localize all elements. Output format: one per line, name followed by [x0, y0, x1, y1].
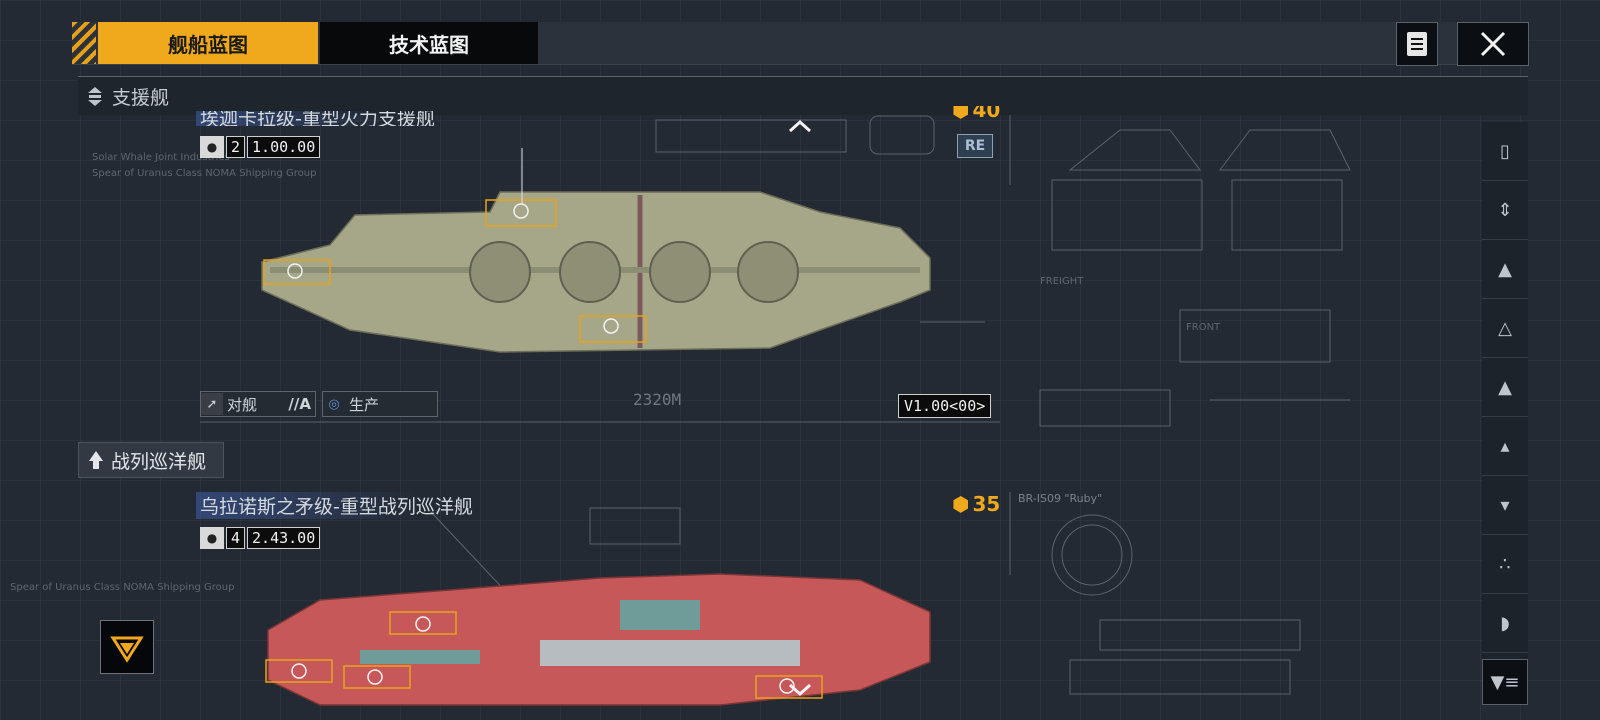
carrier-icon: ▴ [1500, 435, 1510, 457]
ship-version: ● 4 2.43.00 [200, 527, 321, 549]
rail-destroyer[interactable]: △ [1482, 299, 1528, 358]
rail-dome[interactable]: ◗ [1482, 594, 1528, 653]
ship-class-icon: ● [200, 527, 224, 549]
category-label: 支援舰 [112, 86, 170, 109]
ship-version: ● 2 1.00.00 [200, 136, 321, 158]
tab-ship-blueprints[interactable]: 舰船蓝图 [98, 22, 318, 64]
ship-name[interactable]: 乌拉诺斯之矛级-重型战列巡洋舰 [196, 492, 477, 519]
rail-carrier[interactable]: ▴ [1482, 417, 1528, 476]
tag-grade: //A [288, 395, 311, 413]
aux-ship-icon: ▾ [1500, 494, 1510, 516]
cost-value: 35 [972, 492, 1001, 516]
re-badge: RE [957, 134, 993, 158]
support-ship-icon: ⇕ [1497, 199, 1513, 221]
rail-support[interactable]: ⇕ [1482, 181, 1528, 240]
tab-tech-blueprints[interactable]: 技术蓝图 [320, 22, 538, 64]
battlecruiser-icon: ▲ [1498, 258, 1512, 280]
fleet-icon [110, 636, 144, 663]
cruiser-icon: ▲ [1498, 376, 1512, 398]
version-prefix: 2 [226, 136, 246, 158]
destroyer-icon: △ [1498, 317, 1512, 339]
blueprint-version: V1.00<00> [898, 394, 992, 418]
version-prefix: 4 [226, 527, 246, 549]
ship-class-icon: ● [200, 136, 224, 158]
tag-anti-ship[interactable]: ➚ 对舰 //A [200, 391, 316, 417]
rail-filter[interactable]: ▼≡ [1482, 659, 1528, 705]
section-label: 战列巡洋舰 [111, 450, 207, 473]
battlecruiser-icon [89, 451, 103, 469]
version-number: 1.00.00 [247, 136, 321, 158]
production-icon: ◎ [328, 396, 340, 412]
tag-label: 对舰 [227, 395, 258, 414]
ship-hull-1 [261, 191, 931, 353]
scroll-down-icon[interactable] [787, 682, 813, 698]
dome-icon: ◗ [1500, 612, 1510, 634]
category-header: 支援舰 [78, 76, 1528, 115]
version-number: 2.43.00 [247, 527, 321, 549]
ship-hull-2 [267, 573, 931, 706]
frigate-class-icon: ▯ [1500, 140, 1510, 162]
rail-frigate[interactable]: ▯ [1482, 122, 1528, 181]
anti-ship-icon: ➚ [201, 393, 223, 415]
ship-cost: ⬢ 35 [952, 492, 1000, 516]
scroll-up-icon[interactable] [787, 118, 813, 134]
section-header-battlecruiser: 战列巡洋舰 [78, 442, 224, 478]
fleet-icon: ∴ [1499, 553, 1511, 575]
ship-length: 2320M [633, 390, 682, 409]
cost-value: 40 [972, 106, 1001, 122]
rail-aux[interactable]: ▾ [1482, 476, 1528, 535]
filter-icon: ▼≡ [1490, 671, 1520, 693]
support-ship-icon [88, 87, 102, 106]
close-button[interactable] [1457, 22, 1529, 66]
notes-button[interactable] [1396, 22, 1438, 66]
tag-production[interactable]: ◎ 生产 [322, 391, 438, 417]
ship-class-rail: ▯ ⇕ ▲ △ ▲ ▴ ▾ ∴ ◗ ▼≡ [1482, 122, 1528, 705]
cost-icon: ⬢ [952, 492, 970, 516]
rail-fleet[interactable]: ∴ [1482, 535, 1528, 594]
rail-cruiser[interactable]: ▲ [1482, 358, 1528, 417]
tag-label: 生产 [349, 395, 380, 414]
close-icon [1480, 31, 1506, 57]
document-icon [1407, 32, 1427, 56]
rail-battlecruiser[interactable]: ▲ [1482, 240, 1528, 299]
cost-icon: ⬢ [952, 106, 970, 122]
ship-cost: ⬢ 40 [952, 106, 1000, 122]
tab-bar-stripe [72, 22, 96, 64]
fleet-button[interactable] [100, 620, 154, 674]
